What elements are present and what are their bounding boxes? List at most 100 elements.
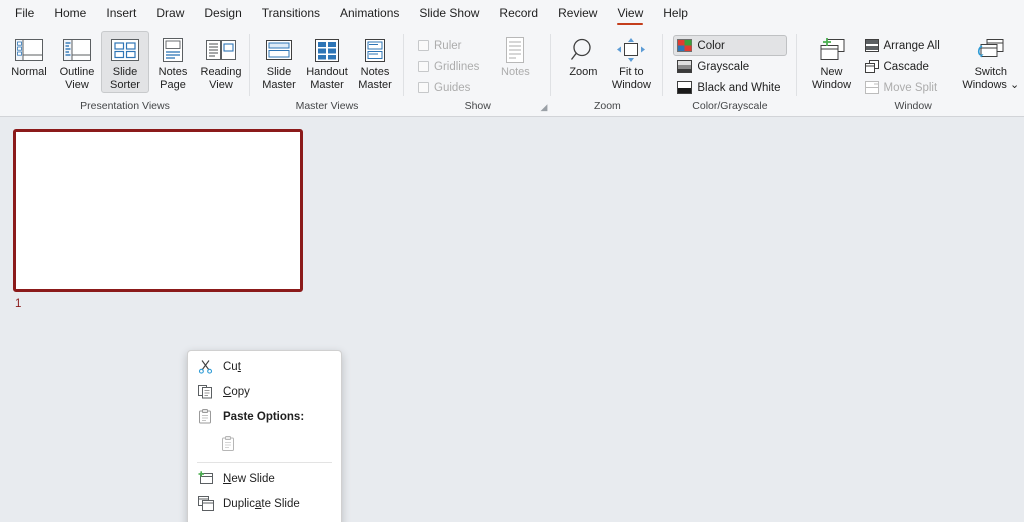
reading-view-button[interactable]: Reading View xyxy=(197,31,245,93)
slide-context-menu[interactable]: Cut Copy Paste Options: New Slide Duplic… xyxy=(187,350,342,522)
paste-clipboard-icon[interactable] xyxy=(221,436,236,452)
ribbon-tab-strip: File Home Insert Draw Design Transitions… xyxy=(0,0,1024,28)
ribbon: Normal Outline View Slide Sorter Notes P… xyxy=(0,28,1024,117)
tab-help[interactable]: Help xyxy=(654,2,697,26)
new-window-button[interactable]: New Window xyxy=(805,31,859,93)
ruler-label: Ruler xyxy=(434,39,462,52)
group-label-master-views: Master Views xyxy=(295,100,359,112)
notes-master-icon xyxy=(363,35,387,65)
grayscale-button[interactable]: Grayscale xyxy=(673,56,786,77)
ruler-checkbox[interactable]: Ruler xyxy=(414,35,485,56)
ribbon-group-color-grayscale: Color Grayscale Black and White Color/Gr… xyxy=(663,28,797,116)
tab-slide-show[interactable]: Slide Show xyxy=(410,2,488,26)
magnifier-icon xyxy=(569,35,597,65)
notes-button[interactable]: Notes xyxy=(491,31,539,81)
arrange-all-button[interactable]: Arrange All xyxy=(861,35,946,56)
new-window-label: New Window xyxy=(811,66,852,91)
ribbon-group-master-views: Slide Master Handout Master Notes Master… xyxy=(250,28,404,116)
copy-icon xyxy=(198,384,220,399)
menu-item-duplicate-slide[interactable]: Duplicate Slide xyxy=(188,491,341,516)
group-label-zoom: Zoom xyxy=(593,100,621,112)
fit-to-window-icon xyxy=(616,35,646,65)
tab-draw[interactable]: Draw xyxy=(147,2,193,26)
menu-item-new-slide-label: New Slide xyxy=(223,472,275,485)
tab-transitions[interactable]: Transitions xyxy=(253,2,329,26)
show-dialog-launcher[interactable]: ◢ xyxy=(540,102,547,113)
chevron-down-icon: ⌄ xyxy=(1010,78,1020,91)
scissors-icon xyxy=(198,359,220,374)
color-label: Color xyxy=(697,39,725,52)
tab-design[interactable]: Design xyxy=(195,2,250,26)
switch-windows-button[interactable]: Switch Windows ⌄ xyxy=(960,31,1022,93)
slide-thumbnail-1[interactable]: 1 xyxy=(13,129,303,310)
slide-master-button[interactable]: Slide Master xyxy=(255,31,303,93)
slide-canvas[interactable] xyxy=(13,129,303,292)
fit-to-window-label: Fit to Window xyxy=(611,66,651,91)
slide-master-label: Slide Master xyxy=(262,66,296,91)
menu-item-cut[interactable]: Cut xyxy=(188,354,341,379)
tab-animations[interactable]: Animations xyxy=(331,2,408,26)
menu-item-new-slide[interactable]: New Slide xyxy=(188,466,341,491)
color-button[interactable]: Color xyxy=(673,35,787,56)
group-label-presentation-views: Presentation Views xyxy=(80,100,170,112)
cascade-button[interactable]: Cascade xyxy=(861,56,946,77)
menu-item-copy-label: Copy xyxy=(223,385,250,398)
duplicate-slide-icon xyxy=(198,496,220,511)
new-window-icon xyxy=(817,35,847,65)
fit-to-window-button[interactable]: Fit to Window xyxy=(607,31,655,93)
handout-master-button[interactable]: Handout Master xyxy=(303,31,351,93)
reading-view-label: Reading View xyxy=(200,66,242,91)
menu-item-duplicate-slide-label: Duplicate Slide xyxy=(223,497,300,510)
tab-insert[interactable]: Insert xyxy=(97,2,145,26)
normal-view-button[interactable]: Normal xyxy=(5,31,53,81)
outline-view-label: Outline View xyxy=(59,66,95,91)
slide-sorter-workspace[interactable]: 1 Cut Copy Paste Options: New Slide Dupl… xyxy=(0,117,1024,522)
notes-label: Notes xyxy=(501,66,530,78)
normal-view-label: Normal xyxy=(11,66,47,78)
ribbon-group-presentation-views: Normal Outline View Slide Sorter Notes P… xyxy=(0,28,250,116)
outline-view-button[interactable]: Outline View xyxy=(53,31,101,93)
guides-checkbox[interactable]: Guides xyxy=(414,77,485,98)
move-split-button[interactable]: Move Split xyxy=(861,77,946,98)
outline-view-icon xyxy=(63,35,91,65)
tab-view[interactable]: View xyxy=(608,2,652,26)
black-and-white-button[interactable]: Black and White xyxy=(673,77,786,98)
checkbox-icon xyxy=(418,61,429,72)
guides-label: Guides xyxy=(434,81,471,94)
notes-icon xyxy=(504,35,526,65)
menu-separator xyxy=(197,462,332,463)
arrange-all-label: Arrange All xyxy=(883,39,940,52)
switch-windows-icon xyxy=(976,35,1006,65)
grayscale-swatch-icon xyxy=(677,60,693,73)
ribbon-group-zoom: Zoom Fit to Window Zoom xyxy=(551,28,664,116)
normal-view-icon xyxy=(15,35,43,65)
tab-record[interactable]: Record xyxy=(490,2,547,26)
slide-sorter-button[interactable]: Slide Sorter xyxy=(101,31,149,93)
cascade-label: Cascade xyxy=(883,60,929,73)
color-swatch-icon xyxy=(677,39,693,52)
notes-page-button[interactable]: Notes Page xyxy=(149,31,197,93)
checkbox-icon xyxy=(418,40,429,51)
notes-master-button[interactable]: Notes Master xyxy=(351,31,399,93)
handout-master-label: Handout Master xyxy=(306,66,348,91)
menu-item-paste-options-label: Paste Options: xyxy=(223,410,305,423)
slide-number-label: 1 xyxy=(15,298,22,310)
gridlines-checkbox[interactable]: Gridlines xyxy=(414,56,485,77)
menu-item-cut-label: Cut xyxy=(223,360,241,373)
powerpoint-window: File Home Insert Draw Design Transitions… xyxy=(0,0,1024,522)
tab-home[interactable]: Home xyxy=(45,2,95,26)
tab-file[interactable]: File xyxy=(6,2,43,26)
slide-master-icon xyxy=(265,35,293,65)
move-split-label: Move Split xyxy=(883,81,938,94)
tab-review[interactable]: Review xyxy=(549,2,606,26)
checkbox-icon xyxy=(418,82,429,93)
menu-paste-options-row[interactable] xyxy=(188,429,341,459)
gridlines-label: Gridlines xyxy=(434,60,480,73)
menu-item-copy[interactable]: Copy xyxy=(188,379,341,404)
zoom-button[interactable]: Zoom xyxy=(559,31,607,81)
group-label-window: Window xyxy=(894,100,932,112)
zoom-label: Zoom xyxy=(569,66,598,78)
notes-master-label: Notes Master xyxy=(358,66,392,91)
menu-item-delete-slide[interactable]: Delete Slide xyxy=(188,516,341,522)
slide-sorter-icon xyxy=(111,35,139,65)
